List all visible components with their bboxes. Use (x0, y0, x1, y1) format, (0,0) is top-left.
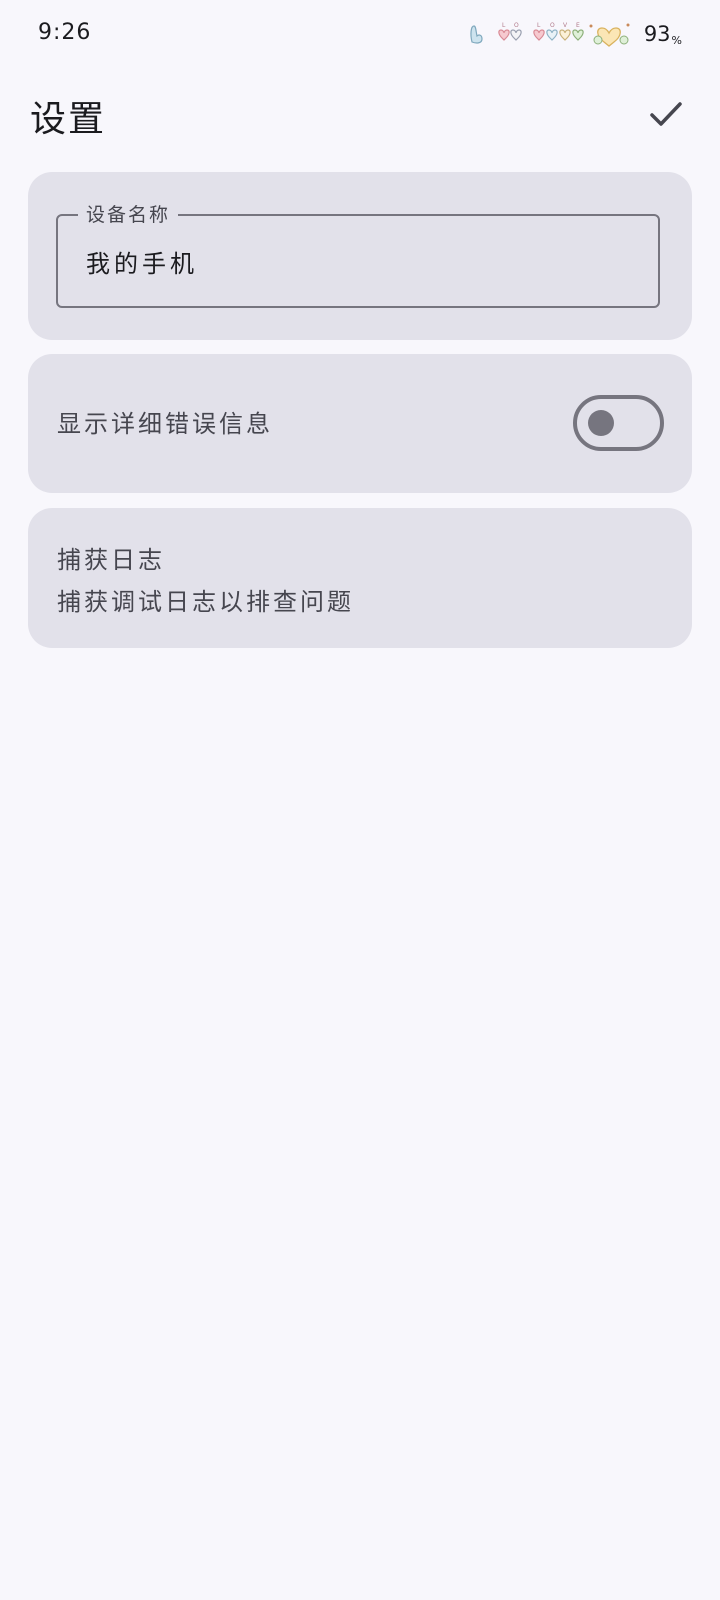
svg-text:V: V (563, 22, 568, 29)
status-right: L O L O V E 93% (468, 18, 682, 50)
status-bar: 9:26 L O L O V E 93% (0, 0, 720, 70)
status-time: 9:26 (38, 20, 92, 45)
battery-unit: % (671, 34, 682, 47)
device-name-field[interactable]: 设备名称 我的手机 (56, 199, 660, 308)
error-details-card[interactable]: 显示详细错误信息 (28, 354, 692, 493)
device-name-value[interactable]: 我的手机 (86, 244, 198, 279)
svg-text:L: L (537, 22, 541, 29)
confirm-button[interactable] (638, 86, 694, 142)
love-hearts-icon: LO LO VE (468, 20, 638, 48)
svg-text:O: O (550, 22, 555, 29)
error-details-switch[interactable] (573, 395, 664, 451)
capture-logs-title: 捕获日志 (57, 546, 165, 574)
battery-value: 93 (643, 22, 671, 46)
capture-logs-subtitle: 捕获调试日志以排查问题 (57, 588, 354, 616)
page-title: 设置 (30, 99, 107, 140)
switch-thumb (588, 410, 614, 436)
app-bar: 设置 (0, 80, 720, 152)
battery-level: 93% (643, 22, 682, 47)
svg-text:E: E (576, 22, 580, 29)
check-icon (650, 102, 682, 126)
settings-screen: 9:26 L O L O V E 93% 设置 设备名称 我的手机 显示详细错误信息… (0, 0, 720, 1600)
error-details-label: 显示详细错误信息 (57, 410, 273, 438)
device-name-card: 设备名称 我的手机 (28, 172, 692, 340)
svg-text:L: L (502, 22, 506, 29)
capture-logs-card[interactable]: 捕获日志 捕获调试日志以排查问题 (28, 508, 692, 648)
svg-text:O: O (514, 22, 519, 29)
device-name-label: 设备名称 (78, 199, 179, 231)
